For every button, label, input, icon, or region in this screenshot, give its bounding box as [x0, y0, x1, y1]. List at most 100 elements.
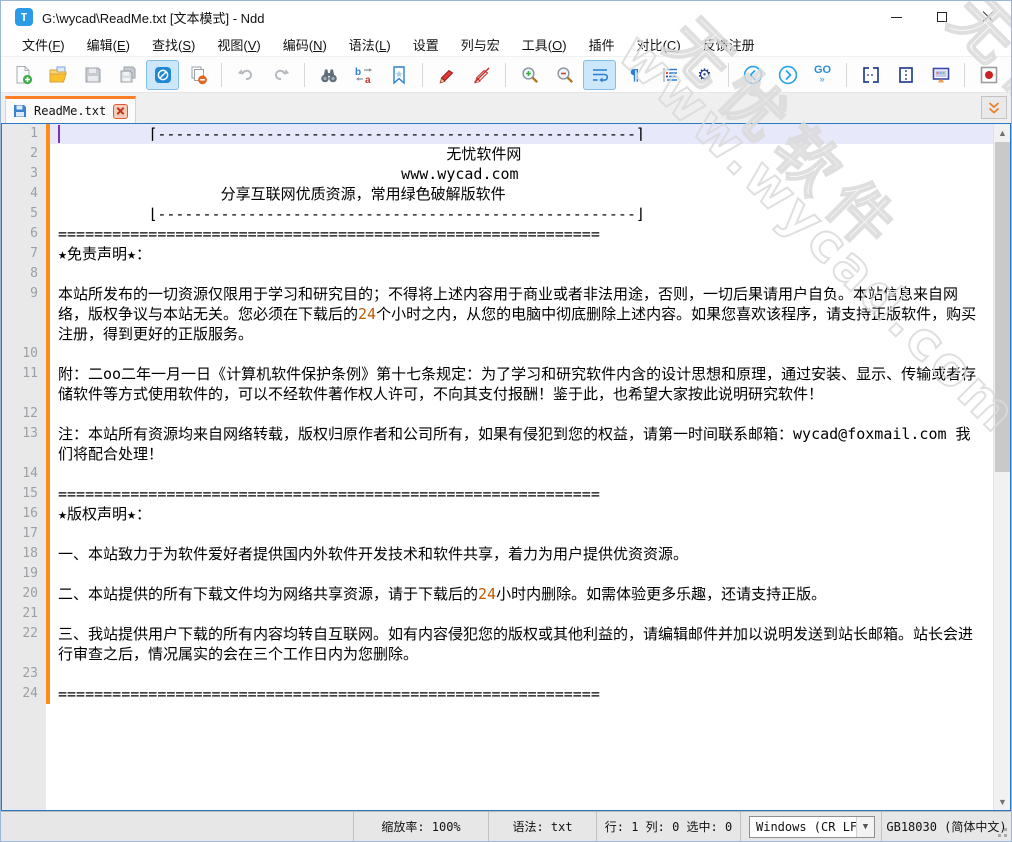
saved-floppy-icon	[13, 104, 27, 118]
save-button[interactable]	[76, 60, 109, 90]
editor-line[interactable]: 23	[2, 664, 993, 684]
save-icon	[83, 65, 103, 85]
editor-line[interactable]: 2 无忧软件网	[2, 144, 993, 164]
toolbar-separator	[505, 63, 506, 87]
presentation-button[interactable]	[924, 60, 957, 90]
navigate-back-button[interactable]	[736, 60, 769, 90]
editor-line[interactable]: 24======================================…	[2, 684, 993, 704]
tab-list-button[interactable]	[981, 96, 1007, 119]
undo-button[interactable]	[229, 60, 262, 90]
menu-item[interactable]: 设置	[402, 33, 450, 56]
editor-line[interactable]: 6=======================================…	[2, 224, 993, 244]
indent-guides-icon	[660, 65, 680, 85]
menu-item[interactable]: 视图(V)	[206, 33, 271, 56]
close-documents-button[interactable]	[181, 60, 214, 90]
minimize-icon	[891, 17, 902, 18]
editor-line[interactable]: 8	[2, 264, 993, 284]
editor-line[interactable]: 4 分享互联网优质资源，常用绿色破解版软件	[2, 184, 993, 204]
save-all-icon	[118, 65, 138, 85]
menu-item[interactable]: 插件	[578, 33, 626, 56]
editor-line[interactable]: 17	[2, 524, 993, 544]
split-view-button[interactable]	[854, 60, 887, 90]
line-text	[50, 464, 993, 484]
menu-item[interactable]: 反馈注册	[692, 33, 766, 56]
editor-line[interactable]: 19	[2, 564, 993, 584]
editor-line[interactable]: 12	[2, 404, 993, 424]
editor-line[interactable]: 22三、我站提供用户下载的所有内容均转自互联网。如有内容侵犯您的版权或其他利益的…	[2, 624, 993, 664]
line-number: 3	[2, 164, 46, 184]
editor-line[interactable]: 10	[2, 344, 993, 364]
resize-grip[interactable]	[1004, 834, 1007, 837]
editor-line[interactable]: 21	[2, 604, 993, 624]
tab-close-button[interactable]	[113, 104, 128, 119]
line-text: ★版权声明★：	[50, 504, 993, 524]
gear-icon: ⚙	[697, 65, 711, 85]
indent-guides-button[interactable]	[653, 60, 686, 90]
close-button[interactable]	[965, 1, 1011, 33]
toolbar: ba ¶ ⚙	[1, 57, 1011, 93]
open-file-button[interactable]	[41, 60, 74, 90]
word-wrap-button[interactable]	[583, 60, 616, 90]
editor-line[interactable]: 16★版权声明★：	[2, 504, 993, 524]
line-ending-value: Windows (CR LF)	[756, 820, 864, 834]
editor-line[interactable]: 13注：本站所有资源均来自网络转载，版权归原作者和公司所有，如果有侵犯到您的权益…	[2, 424, 993, 464]
split-document-button[interactable]	[889, 60, 922, 90]
menu-item[interactable]: 对比(C)	[626, 33, 692, 56]
line-number: 24	[2, 684, 46, 704]
save-all-button[interactable]	[111, 60, 144, 90]
scroll-down-arrow[interactable]: ▼	[994, 793, 1011, 810]
more-toolbar-button[interactable]: »	[1006, 60, 1012, 90]
new-file-button[interactable]	[6, 60, 39, 90]
line-text: 分享互联网优质资源，常用绿色破解版软件	[50, 184, 993, 204]
editor-line[interactable]: 1 ⌈-------------------------------------…	[2, 124, 993, 144]
editor-line[interactable]: 15======================================…	[2, 484, 993, 504]
line-number: 14	[2, 464, 46, 484]
line-ending-select[interactable]: Windows (CR LF) ▼	[749, 816, 875, 838]
line-text	[50, 524, 993, 544]
editor-line[interactable]: 9本站所发布的一切资源仅限用于学习和研究目的；不得将上述内容用于商业或者非法用途…	[2, 284, 993, 344]
minimize-button[interactable]	[873, 1, 919, 33]
replace-button[interactable]: ba	[347, 60, 380, 90]
new-file-icon	[13, 65, 33, 85]
zoom-in-button[interactable]	[513, 60, 546, 90]
tab-readme[interactable]: ReadMe.txt	[5, 96, 136, 123]
navigate-forward-button[interactable]	[771, 60, 804, 90]
menu-item[interactable]: 编码(N)	[272, 33, 338, 56]
editor-line[interactable]: 11附：二oo二年一月一日《计算机软件保护条例》第十七条规定：为了学习和研究软件…	[2, 364, 993, 404]
find-button[interactable]	[312, 60, 345, 90]
pilcrow-icon: ¶	[630, 66, 640, 84]
scroll-up-arrow[interactable]: ▲	[994, 124, 1011, 141]
transparency-toggle-button[interactable]	[146, 60, 179, 90]
maximize-button[interactable]	[919, 1, 965, 33]
zoom-out-button[interactable]	[548, 60, 581, 90]
line-number: 17	[2, 524, 46, 544]
split-view-icon	[861, 65, 881, 85]
scrollbar-thumb[interactable]	[995, 142, 1010, 472]
menu-item[interactable]: 编辑(E)	[76, 33, 141, 56]
menu-item[interactable]: 文件(F)	[11, 33, 76, 56]
record-macro-button[interactable]	[972, 60, 1005, 90]
editor-line[interactable]: 5 ⌊-------------------------------------…	[2, 204, 993, 224]
settings-button[interactable]: ⚙	[688, 60, 721, 90]
vertical-scrollbar[interactable]: ▲ ▼	[993, 124, 1010, 810]
word-wrap-icon	[590, 65, 610, 85]
line-number: 15	[2, 484, 46, 504]
editor-area[interactable]: 1 ⌈-------------------------------------…	[1, 123, 1011, 811]
clear-highlight-button[interactable]	[465, 60, 498, 90]
menu-item[interactable]: 工具(O)	[511, 33, 578, 56]
editor-line[interactable]: 3 www.wycad.com	[2, 164, 993, 184]
editor-line[interactable]: 7★免责声明★：	[2, 244, 993, 264]
menu-item[interactable]: 查找(S)	[141, 33, 206, 56]
show-paragraph-button[interactable]: ¶	[618, 60, 651, 90]
editor-line[interactable]: 20二、本站提供的所有下载文件均为网络共享资源，请于下载后的24小时内删除。如需…	[2, 584, 993, 604]
bookmark-button[interactable]	[382, 60, 415, 90]
menu-item[interactable]: 列与宏	[450, 33, 511, 56]
editor-line[interactable]: 18一、本站致力于为软件爱好者提供国内外软件开发技术和软件共享，着力为用户提供优…	[2, 544, 993, 564]
editor-line[interactable]: 14	[2, 464, 993, 484]
redo-button[interactable]	[264, 60, 297, 90]
menu-item[interactable]: 语法(L)	[338, 33, 402, 56]
highlight-marker-button[interactable]	[430, 60, 463, 90]
editor-lines: 1 ⌈-------------------------------------…	[2, 124, 993, 704]
redo-icon	[271, 65, 291, 85]
goto-line-button[interactable]: GO»	[806, 60, 839, 90]
